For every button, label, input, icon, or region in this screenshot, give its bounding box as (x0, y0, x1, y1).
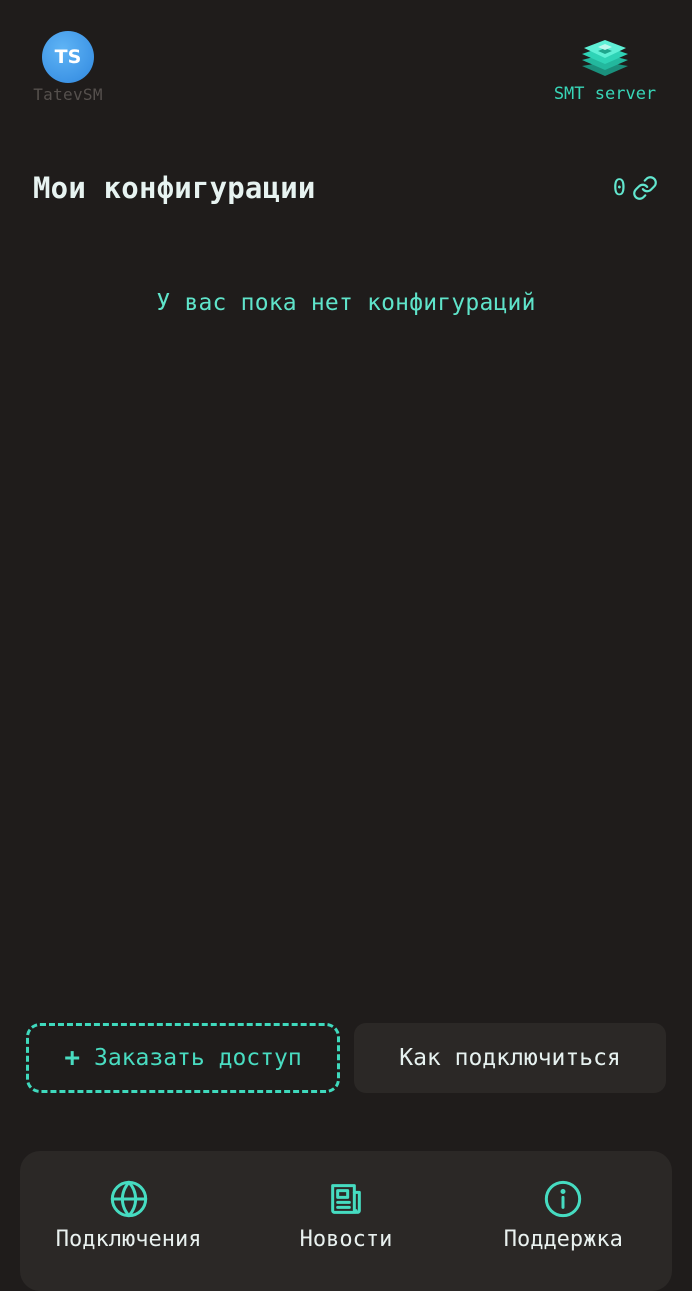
config-count-link[interactable]: 0 (613, 175, 658, 201)
nav-item-news[interactable]: Новости (256, 1179, 436, 1291)
newspaper-icon (331, 1184, 361, 1214)
link-icon (633, 176, 657, 200)
plus-icon: + (64, 1043, 80, 1073)
page-title: Мои конфигурации (33, 171, 316, 205)
order-access-label: Заказать доступ (93, 1045, 302, 1071)
action-buttons: + Заказать доступ Как подключиться (26, 1023, 666, 1093)
bottom-navigation: Подключения Новости Поддержка (20, 1151, 672, 1291)
server-selector[interactable]: SMT server (544, 38, 666, 104)
order-access-button[interactable]: + Заказать доступ (26, 1023, 340, 1093)
nav-label: Новости (299, 1227, 393, 1252)
how-to-connect-button[interactable]: Как подключиться (354, 1023, 666, 1093)
info-icon (545, 1180, 582, 1218)
empty-state-message: У вас пока нет конфигураций (156, 290, 536, 316)
nav-label: Подключения (55, 1227, 202, 1252)
user-profile[interactable]: TS TatevSM (26, 31, 110, 104)
nav-item-support[interactable]: Поддержка (473, 1179, 653, 1291)
username-label: TatevSM (33, 85, 103, 104)
nav-item-connections[interactable]: Подключения (39, 1179, 219, 1291)
globe-icon (110, 1180, 147, 1218)
nav-label: Поддержка (503, 1227, 623, 1252)
config-count: 0 (612, 175, 626, 201)
server-stack-icon (582, 40, 628, 76)
server-name: SMT server (553, 84, 657, 104)
avatar[interactable]: TS (42, 31, 94, 83)
configs-header: Мои конфигурации 0 (33, 168, 658, 208)
